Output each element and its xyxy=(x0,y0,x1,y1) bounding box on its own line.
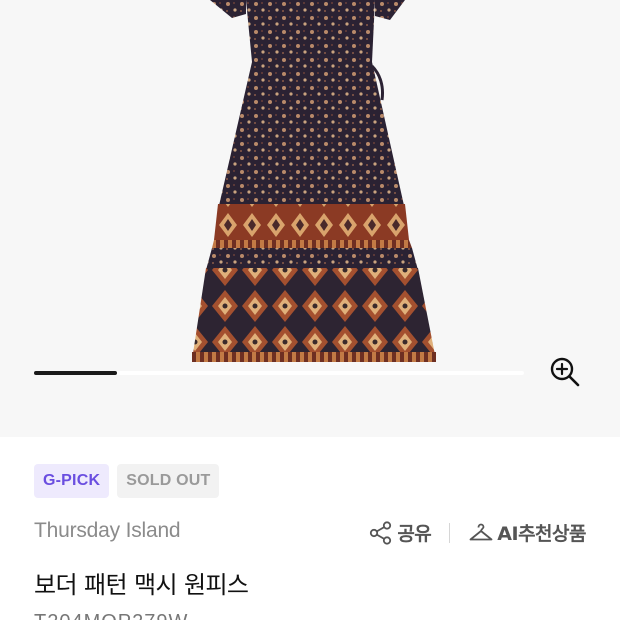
ai-recommend-button[interactable]: AI추천상품 xyxy=(468,519,586,546)
share-label: 공유 xyxy=(397,523,432,545)
zoom-button[interactable] xyxy=(545,352,585,392)
hanger-icon xyxy=(469,523,493,540)
product-image-gallery[interactable] xyxy=(0,0,620,437)
product-info-section: G-PICK SOLD OUT Thursday Island 공유 AI추천상… xyxy=(0,437,620,620)
ai-recommend-label: AI추천상품 xyxy=(497,523,586,545)
product-actions: 공유 AI추천상품 xyxy=(368,519,586,546)
product-code: T204MOP279W xyxy=(34,611,188,620)
badge-group: G-PICK SOLD OUT xyxy=(34,464,220,498)
brand-name[interactable]: Thursday Island xyxy=(34,519,181,543)
gallery-progress-fill xyxy=(34,371,118,375)
zoom-in-icon xyxy=(550,357,580,387)
share-button[interactable]: 공유 xyxy=(368,519,432,546)
gpick-badge: G-PICK xyxy=(34,464,110,498)
gallery-progress-bar xyxy=(34,371,524,375)
share-icon xyxy=(370,520,392,545)
actions-divider xyxy=(449,522,451,543)
soldout-badge: SOLD OUT xyxy=(117,464,220,498)
product-title: 보더 패턴 맥시 원피스 xyxy=(34,571,249,599)
